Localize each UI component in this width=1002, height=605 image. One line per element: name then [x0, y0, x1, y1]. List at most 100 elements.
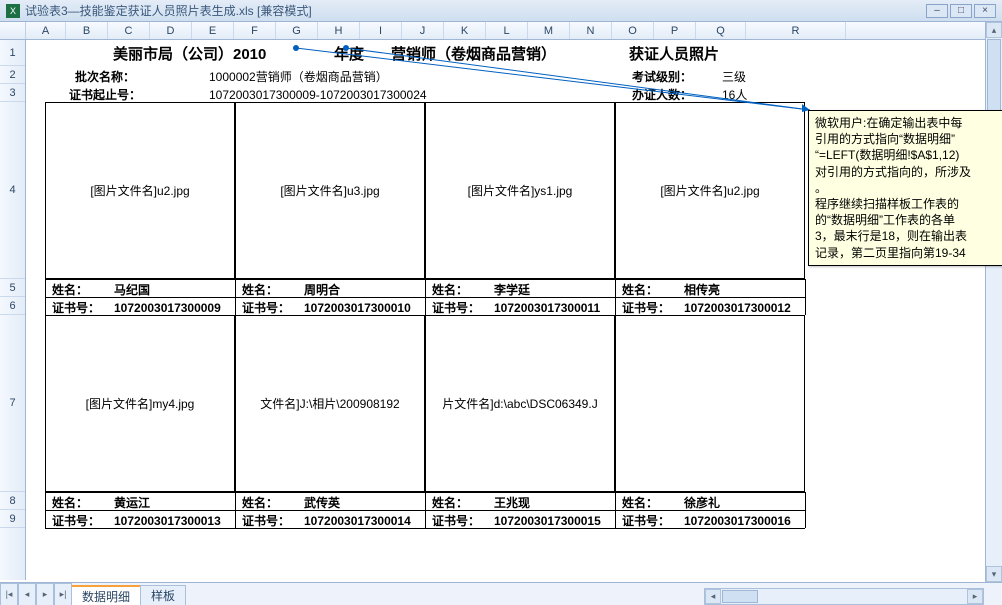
window-title: 试验表3—技能鉴定获证人员照片表生成.xls [兼容模式] — [25, 2, 926, 19]
col-header-P[interactable]: P — [654, 22, 696, 39]
name-label: 姓名： — [239, 281, 281, 299]
row-header-9[interactable]: 9 — [0, 510, 25, 528]
cert-label: 证书号： — [619, 512, 673, 530]
col-header-A[interactable]: A — [26, 22, 66, 39]
title-part-2: 年度 — [331, 44, 367, 66]
tab-last-button[interactable]: ▸| — [54, 583, 72, 605]
cert-label: 证书号： — [239, 512, 293, 530]
col-header-K[interactable]: K — [444, 22, 486, 39]
scroll-right-button[interactable]: ▸ — [967, 589, 983, 604]
photo-text: [图片文件名]u2.jpg — [660, 182, 759, 199]
scroll-left-button[interactable]: ◂ — [705, 589, 721, 604]
maximize-button[interactable]: □ — [950, 4, 972, 18]
name-value: 相传亮 — [681, 281, 723, 299]
photo-text: [图片文件名]u3.jpg — [280, 182, 379, 199]
cert-value: 1072003017300013 — [111, 512, 224, 530]
exam-level-label: 考试级别： — [629, 68, 695, 86]
horizontal-scrollbar[interactable]: ◂ ▸ — [704, 588, 984, 605]
row-header-3[interactable]: 3 — [0, 84, 25, 102]
scroll-thumb[interactable] — [987, 39, 1001, 119]
minimize-button[interactable]: – — [926, 4, 948, 18]
name-value: 黄运江 — [111, 494, 153, 512]
comment-line: 3，最末行是18，则在输出表 — [815, 228, 996, 244]
comment-line: 记录，第二页里指向第19-34 — [815, 245, 996, 261]
cert-label: 证书号： — [429, 512, 483, 530]
col-header-D[interactable]: D — [150, 22, 192, 39]
select-all-cell[interactable] — [0, 22, 26, 39]
comment-line: “=LEFT(数据明细!$A$1,12) — [815, 147, 996, 163]
photo-cell-r1c1: [图片文件名]u2.jpg — [45, 102, 235, 279]
tab-next-button[interactable]: ▸ — [36, 583, 54, 605]
row-header-2[interactable]: 2 — [0, 66, 25, 84]
excel-icon: X — [6, 4, 20, 18]
name-value: 王兆现 — [491, 494, 533, 512]
tab-prev-button[interactable]: ◂ — [18, 583, 36, 605]
row-header-4[interactable]: 4 — [0, 102, 25, 279]
title-part-4: 获证人员照片 — [626, 44, 722, 66]
photo-text: 文件名]J:\相片\200908192 — [260, 395, 399, 412]
name-label: 姓名： — [49, 494, 91, 512]
close-button[interactable]: × — [974, 4, 996, 18]
photo-text: [图片文件名]my4.jpg — [86, 395, 195, 412]
photo-cell-r2c3: 片文件名]d:\abc\DSC06349.J — [425, 315, 615, 492]
name-label: 姓名： — [619, 281, 661, 299]
row-header-6[interactable]: 6 — [0, 297, 25, 315]
scroll-thumb[interactable] — [722, 590, 758, 603]
title-part-3: 营销师（卷烟商品营销） — [388, 44, 559, 66]
name-value: 徐彦礼 — [681, 494, 723, 512]
cert-value: 1072003017300016 — [681, 512, 794, 530]
batch-value: 1000002营销师（卷烟商品营销） — [206, 68, 391, 86]
window-title-bar: X 试验表3—技能鉴定获证人员照片表生成.xls [兼容模式] – □ × — [0, 0, 1002, 22]
name-value: 周明合 — [301, 281, 343, 299]
col-header-Q[interactable]: Q — [696, 22, 746, 39]
col-header-H[interactable]: H — [318, 22, 360, 39]
name-value: 武传英 — [301, 494, 343, 512]
window-controls: – □ × — [926, 4, 996, 18]
sheet-tab-template[interactable]: 样板 — [140, 585, 186, 605]
scroll-up-button[interactable]: ▴ — [986, 22, 1002, 38]
row-header-7[interactable]: 7 — [0, 315, 25, 492]
name-value: 马纪国 — [111, 281, 153, 299]
row-header-5[interactable]: 5 — [0, 279, 25, 297]
title-part-1: 美丽市局（公司）2010 — [110, 44, 269, 66]
comment-line: 微软用户:在确定输出表中每 — [815, 115, 996, 131]
tab-first-button[interactable]: |◂ — [0, 583, 18, 605]
col-header-R[interactable]: R — [746, 22, 846, 39]
col-header-B[interactable]: B — [66, 22, 108, 39]
photo-cell-r1c4: [图片文件名]u2.jpg — [615, 102, 805, 279]
col-header-C[interactable]: C — [108, 22, 150, 39]
row-headers: 123456789 — [0, 40, 26, 580]
comment-line: 。 — [815, 180, 996, 196]
photo-text: 片文件名]d:\abc\DSC06349.J — [442, 395, 597, 412]
sheet-tab-data-detail[interactable]: 数据明细 — [71, 585, 141, 605]
scroll-down-button[interactable]: ▾ — [986, 566, 1002, 582]
sheet-tab-bar: |◂ ◂ ▸ ▸| 数据明细 样板 ◂ ▸ — [0, 582, 1002, 605]
row-header-1[interactable]: 1 — [0, 40, 25, 66]
cert-value: 1072003017300014 — [301, 512, 414, 530]
name-label: 姓名： — [429, 494, 471, 512]
comment-line: 对引用的方式指向的，所涉及 — [815, 164, 996, 180]
col-header-J[interactable]: J — [402, 22, 444, 39]
cert-value: 1072003017300015 — [491, 512, 604, 530]
col-header-N[interactable]: N — [570, 22, 612, 39]
name-label: 姓名： — [619, 494, 661, 512]
col-header-M[interactable]: M — [528, 22, 570, 39]
vertical-scrollbar[interactable]: ▴ ▾ — [985, 22, 1002, 582]
photo-text: [图片文件名]u2.jpg — [90, 182, 189, 199]
col-header-E[interactable]: E — [192, 22, 234, 39]
row-header-8[interactable]: 8 — [0, 492, 25, 510]
photo-cell-r2c2: 文件名]J:\相片\200908192 — [235, 315, 425, 492]
col-header-G[interactable]: G — [276, 22, 318, 39]
cells-area[interactable]: 美丽市局（公司）2010 年度 营销师（卷烟商品营销） 获证人员照片 批次名称：… — [26, 40, 1002, 580]
comment-line: 引用的方式指向“数据明细” — [815, 131, 996, 147]
photo-cell-r1c3: [图片文件名]ys1.jpg — [425, 102, 615, 279]
batch-label: 批次名称： — [72, 68, 138, 86]
comment-line: 程序继续扫描样板工作表的 — [815, 196, 996, 212]
col-header-L[interactable]: L — [486, 22, 528, 39]
photo-cell-r2c4 — [615, 315, 805, 492]
col-header-O[interactable]: O — [612, 22, 654, 39]
col-header-F[interactable]: F — [234, 22, 276, 39]
col-header-I[interactable]: I — [360, 22, 402, 39]
column-headers: ABCDEFGHIJKLMNOPQR — [0, 22, 1002, 40]
photo-cell-r2c1: [图片文件名]my4.jpg — [45, 315, 235, 492]
